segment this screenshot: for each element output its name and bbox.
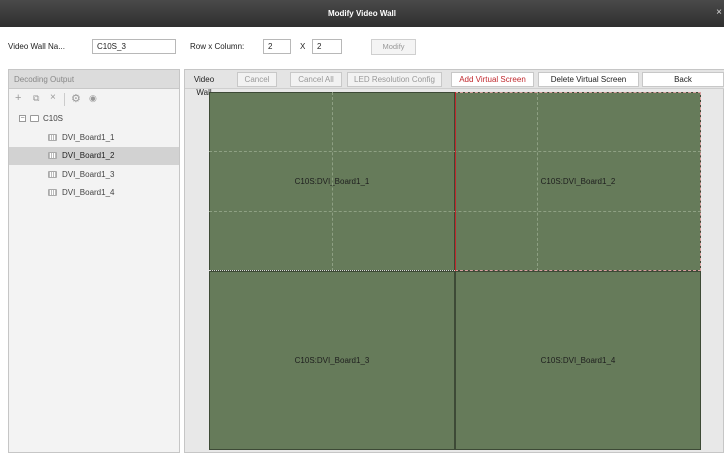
rows-input[interactable]: 2 (263, 39, 291, 54)
window-title: Modify Video Wall (327, 9, 396, 18)
output-card-icon (48, 134, 57, 141)
wall-screen[interactable]: C10S:DVI_Board1_4 (455, 271, 701, 450)
virtual-screen-outline[interactable] (455, 92, 701, 271)
collapse-icon[interactable]: − (19, 115, 26, 122)
output-card-icon (48, 189, 57, 196)
columns-input[interactable]: 2 (312, 39, 342, 54)
row-boundary (209, 270, 455, 271)
decoding-output-header: Decoding Output (9, 70, 179, 89)
close-icon[interactable]: × (716, 7, 722, 18)
tree-item[interactable]: DVI_Board1_1 (9, 129, 179, 147)
tree-item-label: DVI_Board1_2 (62, 151, 115, 160)
toolbar-divider (64, 93, 65, 106)
selection-edge (455, 92, 456, 271)
output-card-icon (48, 152, 57, 159)
plus-icon[interactable]: + (15, 92, 21, 104)
wall-name-label: Video Wall Na... (8, 42, 65, 51)
subgrid-line (332, 92, 333, 271)
add-virtual-screen-button[interactable]: Add Virtual Screen (451, 72, 534, 87)
screen-label: C10S:DVI_Board1_4 (540, 355, 616, 365)
row-column-label: Row x Column: (190, 42, 245, 51)
decoder-icon (30, 115, 39, 122)
tree-item[interactable]: DVI_Board1_4 (9, 184, 179, 202)
video-wall-canvas[interactable]: C10S:DVI_Board1_1 C10S:DVI_Board1_2 C10S… (209, 92, 701, 450)
cancel-all-button[interactable]: Cancel All (290, 72, 342, 87)
tree-toolbar: + ⧉ × ⚙ ◉ (9, 89, 179, 109)
screen-label: C10S:DVI_Board1_3 (294, 355, 370, 365)
tree-root[interactable]: − C10S (9, 110, 179, 128)
wall-settings-form: Video Wall Na... C10S_3 Row x Column: 2 … (0, 27, 724, 67)
settings-icon[interactable]: ⚙ (71, 92, 81, 105)
tree-item-label: DVI_Board1_1 (62, 133, 115, 142)
tree-item-label: DVI_Board1_4 (62, 188, 115, 197)
tab-video-wall[interactable]: Video Wall (187, 72, 221, 97)
back-button[interactable]: Back (642, 72, 724, 87)
tree-item-selected[interactable]: DVI_Board1_2 (9, 147, 179, 165)
wall-toolbar: Video Wall Cancel Cancel All LED Resolut… (185, 70, 724, 97)
tree-item-label: DVI_Board1_3 (62, 170, 115, 179)
cancel-button[interactable]: Cancel (237, 72, 277, 87)
tree-root-label: C10S (43, 114, 64, 123)
output-card-icon (48, 171, 57, 178)
title-bar: Modify Video Wall × (0, 0, 724, 27)
wall-name-input[interactable]: C10S_3 (92, 39, 176, 54)
decoding-output-panel: Decoding Output + ⧉ × ⚙ ◉ − C10S DVI_Boa… (8, 69, 180, 453)
modify-button[interactable]: Modify (371, 39, 416, 55)
video-wall-panel: Video Wall Cancel Cancel All LED Resolut… (184, 69, 724, 453)
view-icon[interactable]: ◉ (89, 93, 97, 104)
copy-icon[interactable]: ⧉ (33, 93, 39, 104)
times-label: X (300, 42, 306, 51)
wall-screen[interactable]: C10S:DVI_Board1_3 (209, 271, 455, 450)
delete-icon[interactable]: × (50, 92, 56, 103)
led-resolution-config-button[interactable]: LED Resolution Config (347, 72, 442, 87)
delete-virtual-screen-button[interactable]: Delete Virtual Screen (538, 72, 639, 87)
device-tree: − C10S DVI_Board1_1 DVI_Board1_2 DVI_Boa… (9, 110, 179, 210)
tree-item[interactable]: DVI_Board1_3 (9, 166, 179, 184)
